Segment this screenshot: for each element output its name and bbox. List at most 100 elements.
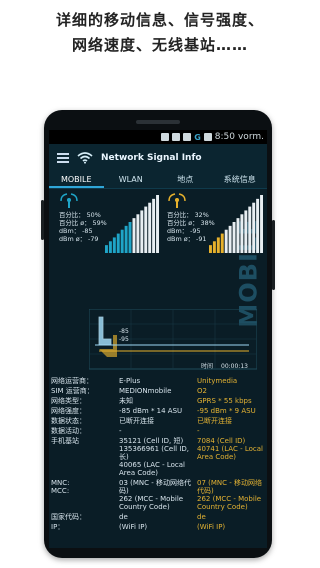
info-row: 数据活动： - - (49, 426, 267, 436)
info-row: 数据状态： 已断开连接 已断开连接 (49, 416, 267, 426)
stat-right-percent: 百分比： 32% (167, 211, 209, 219)
status-time-suffix: vorm. (237, 132, 264, 142)
signal-bar (148, 202, 152, 253)
signal-bar (105, 245, 108, 253)
tab-wlan[interactable]: WLAN (104, 172, 159, 188)
stat-left-avg-percent: 百分比 ø： 59% (59, 219, 107, 227)
tab-bar: MOBILE WLAN 地点 系统信息 (49, 172, 267, 189)
signal-bar (240, 214, 244, 253)
info-row: 手机基站 35121 (Cell ID, 短) 135366961 (Cell ID… (49, 436, 267, 478)
info-value-sim1: 已断开连接 (119, 417, 154, 425)
wifi-icon (172, 133, 181, 141)
info-value-sim1: -85 dBm * 14 ASU (119, 407, 183, 415)
signal-stats-right: 百分比： 32% 百分比 ø： 38% dBm： -95 dBm ø： -91 (167, 211, 215, 243)
info-value-sim1: - (119, 427, 122, 435)
signal-bar (212, 241, 216, 253)
menu-icon[interactable] (57, 153, 69, 163)
phone-volume-button (272, 220, 275, 290)
history-time-label: 00:00:13 (221, 363, 248, 370)
signal-bar (224, 229, 228, 253)
app-title: Network Signal Info (101, 153, 202, 163)
stat-right-avg-percent: 百分比 ø： 38% (167, 219, 215, 227)
battery-icon (203, 133, 212, 141)
signal-bar (244, 210, 248, 253)
info-row: SIM 运营商： MEDIONmobile O2 (49, 386, 267, 396)
signal-bar (228, 225, 232, 253)
phone-side-button (41, 200, 44, 240)
info-row: 网络运营商： E-Plus Unitymedia (49, 376, 267, 386)
signal-bar (120, 229, 124, 253)
signal-bar (156, 195, 159, 253)
info-label: IP： (51, 523, 65, 531)
promo-line-1: 详细的移动信息、信号强度、 (55, 11, 264, 29)
info-label: 国家代码： (51, 513, 86, 521)
signal-bar (216, 237, 220, 253)
promo-line-2: 网络速度、无线基站…… (71, 36, 248, 54)
signal-bar (256, 198, 260, 253)
info-label: MNC: MCC: (51, 479, 70, 495)
info-value-sim1: 03 (MNC - 移动网络代码) 262 (MCC - Mobile Count… (119, 479, 192, 511)
info-value-sim2: 7084 (Cell ID) 40741 (LAC - Local Area Co… (197, 437, 263, 461)
info-value-sim1: 35121 (Cell ID, 短) 135366961 (Cell ID, 长)… (119, 437, 190, 477)
info-label: SIM 运营商： (51, 387, 94, 395)
tab-system-info[interactable]: 系统信息 (213, 172, 268, 188)
signal-bar (220, 233, 224, 253)
info-value-sim2: - (197, 427, 200, 435)
stat-left-dbm: dBm： -85 (59, 227, 93, 235)
signal-bar (152, 198, 156, 253)
signal-graphs-area: MOBILE 百分比： 50% 百分比 ø： 59% dBm： -85 dBm … (49, 189, 267, 377)
info-row: 网络强度： -85 dBm * 14 ASU -95 dBm * 9 ASU (49, 406, 267, 416)
info-row: IP： (WiFi IP) (WiFi IP) (49, 522, 267, 532)
info-label: 网络类型： (51, 397, 86, 405)
signal-bars-right (209, 195, 263, 253)
signal-bar (136, 214, 140, 253)
signal-bar (132, 218, 136, 253)
signal-bar (248, 206, 252, 253)
status-time: 8:50 (214, 132, 235, 142)
promo-text: 详细的移动信息、信号强度、 网络速度、无线基站…… (0, 8, 320, 58)
info-value-sim2: O2 (197, 387, 207, 395)
info-value-sim2: de (197, 513, 206, 521)
info-value-sim1: E-Plus (119, 377, 141, 385)
stat-right-dbm: dBm： -95 (167, 227, 201, 235)
info-label: 手机基站 (51, 437, 79, 445)
phone-speaker (136, 120, 180, 124)
history-axis-label: 时间 (201, 362, 213, 370)
app-bar: Network Signal Info (49, 144, 267, 172)
info-value-sim2: -95 dBm * 9 ASU (197, 407, 256, 415)
tab-location[interactable]: 地点 (158, 172, 213, 188)
stat-left-percent: 百分比： 50% (59, 211, 101, 219)
info-value-sim2: GPRS * 55 kbps (197, 397, 252, 405)
network-info-table: 网络运营商： E-Plus Unitymedia SIM 运营商： MEDIONmobi… (49, 376, 267, 548)
info-value-sim1: de (119, 513, 128, 521)
signal-bar (116, 233, 120, 253)
signal-bar (140, 210, 144, 253)
info-value-sim2: 已断开连接 (197, 417, 232, 425)
history-label-95: -95 (119, 336, 129, 343)
signal-bar (260, 195, 263, 253)
signal-icon (183, 133, 192, 141)
signal-bar (209, 245, 212, 253)
phone-frame: G 8:50 vorm. Network Signal Info MOBILE … (41, 110, 275, 558)
signal-bar (108, 241, 112, 253)
signal-history-chart: -85 -95 时间 00:00:13 (89, 309, 257, 370)
info-value-sim2: (WiFi IP) (197, 523, 226, 531)
info-value-sim2: Unitymedia (197, 377, 238, 385)
signal-bar (128, 222, 132, 253)
signal-bar (112, 237, 116, 253)
signal-bar (232, 222, 236, 253)
info-label: 数据状态： (51, 417, 86, 425)
signal-bar (252, 202, 256, 253)
info-value-sim1: 未知 (119, 397, 133, 405)
info-label: 网络强度： (51, 407, 86, 415)
tower-icon-right (168, 193, 186, 208)
info-label: 数据活动： (51, 427, 86, 435)
signal-bar (236, 218, 240, 253)
history-label-85: -85 (119, 328, 129, 335)
signal-stats-left: 百分比： 50% 百分比 ø： 59% dBm： -85 dBm ø： -79 (59, 211, 107, 243)
info-value-sim1: MEDIONmobile (119, 387, 172, 395)
info-row: 网络类型： 未知 GPRS * 55 kbps (49, 396, 267, 406)
tab-mobile[interactable]: MOBILE (49, 172, 104, 188)
signal-bars-left (105, 195, 159, 253)
info-label: 网络运营商： (51, 377, 93, 385)
